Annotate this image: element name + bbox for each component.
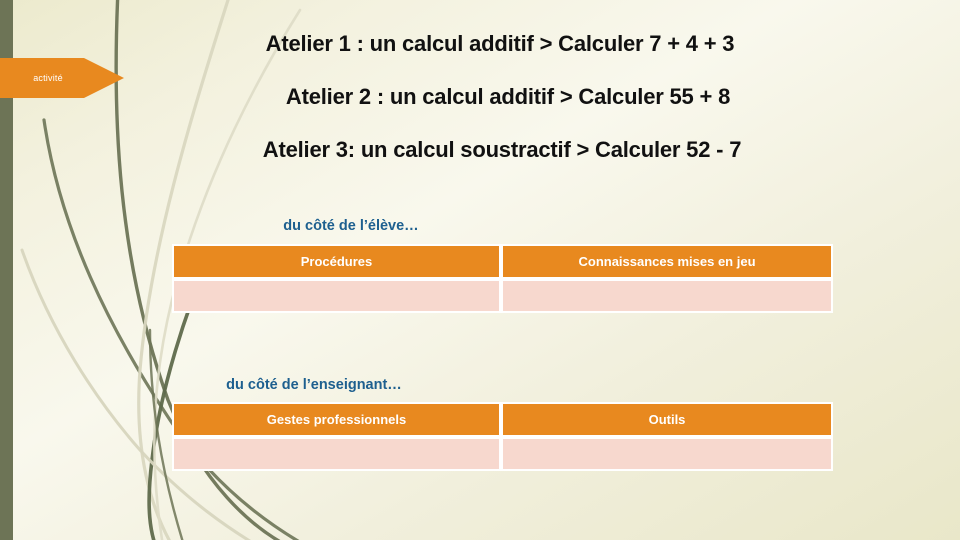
table-header-row: Gestes professionnels Outils <box>172 402 833 437</box>
column-header-outils: Outils <box>501 402 833 437</box>
table-header-row: Procédures Connaissances mises en jeu <box>172 244 833 279</box>
heading-atelier-3: Atelier 3: un calcul soustractif > Calcu… <box>262 137 742 162</box>
activity-badge-label: activité <box>33 73 63 83</box>
caption-teacher-side: du côté de l’enseignant… <box>226 377 402 393</box>
caption-student-side: du côté de l’élève… <box>283 218 419 234</box>
cell-procedures-value[interactable] <box>172 279 501 313</box>
cell-outils-value[interactable] <box>501 437 833 471</box>
cell-gestes-value[interactable] <box>172 437 501 471</box>
activity-arrow-badge: activité <box>0 58 124 98</box>
column-header-procedures: Procédures <box>172 244 501 279</box>
slide-canvas: activité Atelier 1 : un calcul additif >… <box>0 0 960 540</box>
teacher-side-table: Gestes professionnels Outils <box>172 402 833 471</box>
student-side-table: Procédures Connaissances mises en jeu <box>172 244 833 313</box>
heading-atelier-2: Atelier 2 : un calcul additif > Calculer… <box>285 84 731 109</box>
column-header-connaissances: Connaissances mises en jeu <box>501 244 833 279</box>
table-row <box>172 279 833 313</box>
heading-atelier-1: Atelier 1 : un calcul additif > Calculer… <box>265 31 735 56</box>
table-row <box>172 437 833 471</box>
column-header-gestes: Gestes professionnels <box>172 402 501 437</box>
cell-connaissances-value[interactable] <box>501 279 833 313</box>
